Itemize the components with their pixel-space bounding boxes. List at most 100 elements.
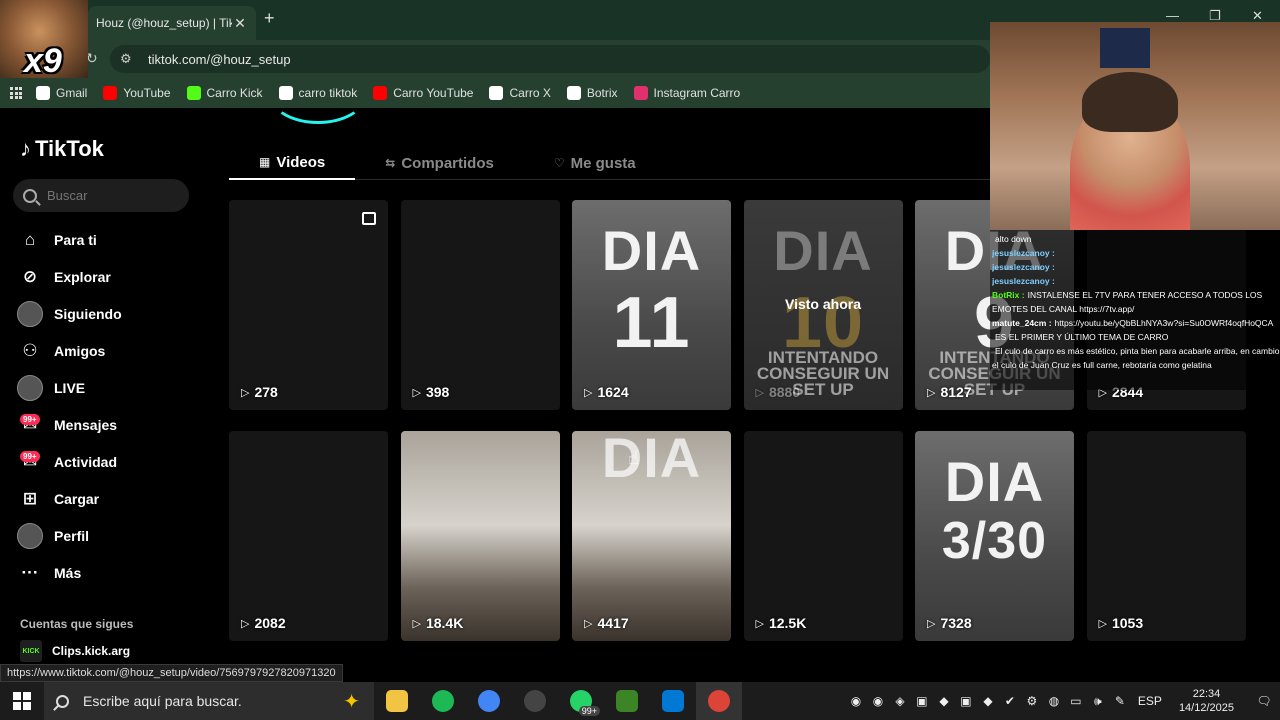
taskbar-app-0[interactable]	[374, 682, 420, 720]
sidebar-item-label: Cargar	[54, 490, 100, 507]
sidebar-item-0[interactable]: ⌂ Para ti	[16, 221, 206, 258]
pen-icon[interactable]: ✎	[1109, 682, 1131, 720]
repost-icon: ⇆	[385, 156, 396, 170]
tab-1[interactable]: ⇆ Compartidos	[355, 146, 524, 180]
video-card[interactable]: ▷ 398	[400, 200, 560, 410]
browser-tab[interactable]: Houz (@houz_setup) | TikTok ✕	[88, 6, 256, 40]
close-tab-icon[interactable]: ✕	[232, 15, 248, 32]
windows-start-icon[interactable]	[0, 682, 44, 720]
epic-tray-icon[interactable]: ▣	[911, 682, 933, 720]
chat-username: jesuslezcanoy :	[992, 262, 1055, 272]
defender-tray-icon[interactable]: ◆	[977, 682, 999, 720]
volume-icon[interactable]: 🕪	[1087, 682, 1109, 720]
view-count: ▷ 278	[241, 384, 278, 400]
notification-badge: 99+	[20, 413, 40, 425]
bookmark-7[interactable]: Instagram Carro	[633, 86, 741, 100]
sidebar-item-5[interactable]: ✉99+ Mensajes	[16, 406, 206, 443]
view-count-text: 2082	[254, 615, 286, 631]
sidebar-item-1[interactable]: ⊘ Explorar	[16, 258, 206, 295]
play-icon: ▷	[241, 386, 250, 399]
video-card[interactable]: DIA ▷ 4417	[572, 431, 731, 641]
sidebar-item-label: Más	[54, 564, 82, 581]
site-settings-icon[interactable]: ⚙	[120, 51, 136, 67]
taskbar-app-4[interactable]: 99+	[558, 682, 604, 720]
more-icon: ···	[21, 562, 39, 582]
network-icon[interactable]: ▭	[1065, 682, 1087, 720]
bookmark-5[interactable]: Carro X	[489, 86, 551, 100]
apps-grid-icon[interactable]	[10, 87, 22, 99]
activity-icon: ✉99+	[16, 449, 44, 475]
view-count: ▷ 2082	[241, 615, 286, 631]
bookmark-6[interactable]: Botrix	[566, 86, 618, 100]
view-count-text: 278	[254, 384, 278, 400]
shield-tray-icon[interactable]: ◆	[933, 682, 955, 720]
streamer-hair	[1082, 72, 1178, 132]
video-card[interactable]: ▷ 278	[229, 200, 388, 410]
taskbar-app-7[interactable]	[696, 682, 742, 720]
sidebar-item-3[interactable]: ⚇ Amigos	[16, 332, 206, 369]
following-account[interactable]: KICK Clips.kick.arg	[20, 640, 130, 662]
bookmark-1[interactable]: YouTube	[103, 86, 171, 100]
spotify-tray-icon[interactable]: ◉	[867, 682, 889, 720]
stream-chat-overlay: alto down jesuslezcanoy : jesuslezcanoy : j…	[990, 230, 1280, 390]
video-card[interactable]: ▷ 12.5K	[743, 431, 903, 641]
tab-label: Videos	[276, 153, 326, 171]
bookmark-label: Botrix	[586, 86, 618, 100]
video-card[interactable]: DIA 11 ▷ 1624	[572, 200, 731, 410]
tab-0[interactable]: ▦ Videos	[229, 146, 356, 180]
play-icon: ▷	[584, 617, 593, 630]
sidebar-item-4[interactable]: LIVE	[16, 369, 206, 406]
whatsapp-tray-icon[interactable]: ◉	[845, 682, 867, 720]
bookmark-label: Instagram Carro	[653, 86, 741, 100]
chat-message: ES EL PRIMER Y ÚLTIMO TEMA DE CARRO	[992, 330, 1280, 344]
video-card[interactable]: DIA 3/30 ▷ 7328	[915, 431, 1074, 641]
sidebar-item-7[interactable]: ⊞ Cargar	[16, 480, 206, 517]
video-card[interactable]: ▷ 18.4K	[400, 431, 560, 641]
bookmark-4[interactable]: Carro YouTube	[373, 86, 473, 100]
check-tray-icon[interactable]: ✔	[999, 682, 1021, 720]
taskbar-search-text: Escribe aquí para buscar.	[83, 693, 242, 709]
sidebar-item-6[interactable]: ✉99+ Actividad	[16, 443, 206, 480]
notifications-icon[interactable]: 🗨	[1248, 682, 1280, 720]
play-icon: ▷	[412, 617, 421, 630]
bookmark-0[interactable]: Gmail	[36, 86, 87, 100]
tiktok-logo[interactable]: ♪ TikTok	[20, 136, 104, 162]
sidebar-nav: ⌂ Para ti ⊘ Explorar Siguiendo ⚇ Amigos LIVE ✉99…	[16, 221, 206, 591]
taskbar-search[interactable]: Escribe aquí para buscar. ✦	[44, 682, 374, 720]
tab-2[interactable]: ♡ Me gusta	[524, 146, 666, 180]
bookmark-3[interactable]: carro tiktok	[278, 86, 357, 100]
video-card[interactable]: ▷ 2082	[229, 431, 388, 641]
steam-tray-icon[interactable]: ◍	[1043, 682, 1065, 720]
new-tab-icon[interactable]: +	[264, 8, 275, 29]
app-tray-icon[interactable]: ◈	[889, 682, 911, 720]
taskbar-app-3[interactable]	[512, 682, 558, 720]
meme-overlay: x9	[0, 0, 88, 78]
sidebar-item-9[interactable]: ··· Más	[16, 554, 206, 591]
bookmark-2[interactable]: Carro Kick	[186, 86, 263, 100]
taskbar-app-2[interactable]	[466, 682, 512, 720]
heart-icon: ♡	[553, 156, 565, 170]
red-app-tray-icon[interactable]: ▣	[955, 682, 977, 720]
sidebar-item-label: Amigos	[54, 342, 106, 359]
meme-text: x9	[24, 42, 62, 78]
minimize-icon[interactable]: —	[1166, 8, 1179, 23]
thumbnail-title: DIA	[773, 219, 873, 282]
search-input[interactable]	[47, 188, 177, 203]
bookmark-favicon-icon	[278, 86, 293, 100]
taskbar-app-6[interactable]	[650, 682, 696, 720]
language-indicator[interactable]: ESP	[1131, 682, 1169, 720]
taskbar-app-1[interactable]	[420, 682, 466, 720]
video-card[interactable]: ▷ 1053	[1086, 431, 1246, 641]
video-card[interactable]: DIA 10 INTENTANDO CONSEGUIR UN SET UP Visto…	[743, 200, 903, 410]
sidebar-item-label: Siguiendo	[54, 305, 122, 322]
clock[interactable]: 22:34 14/12/2025	[1179, 687, 1234, 715]
address-bar[interactable]: ⚙ tiktok.com/@houz_setup	[110, 45, 990, 73]
sidebar-item-8[interactable]: Perfil	[16, 517, 206, 554]
taskbar-app-5[interactable]	[604, 682, 650, 720]
clock-time: 22:34	[1192, 688, 1221, 700]
thumbnail-number: 3/30	[941, 512, 1048, 570]
search-box[interactable]	[13, 179, 189, 212]
bookmark-label: Gmail	[56, 86, 88, 100]
sidebar-item-2[interactable]: Siguiendo	[16, 295, 206, 332]
settings-tray-icon[interactable]: ⚙	[1021, 682, 1043, 720]
